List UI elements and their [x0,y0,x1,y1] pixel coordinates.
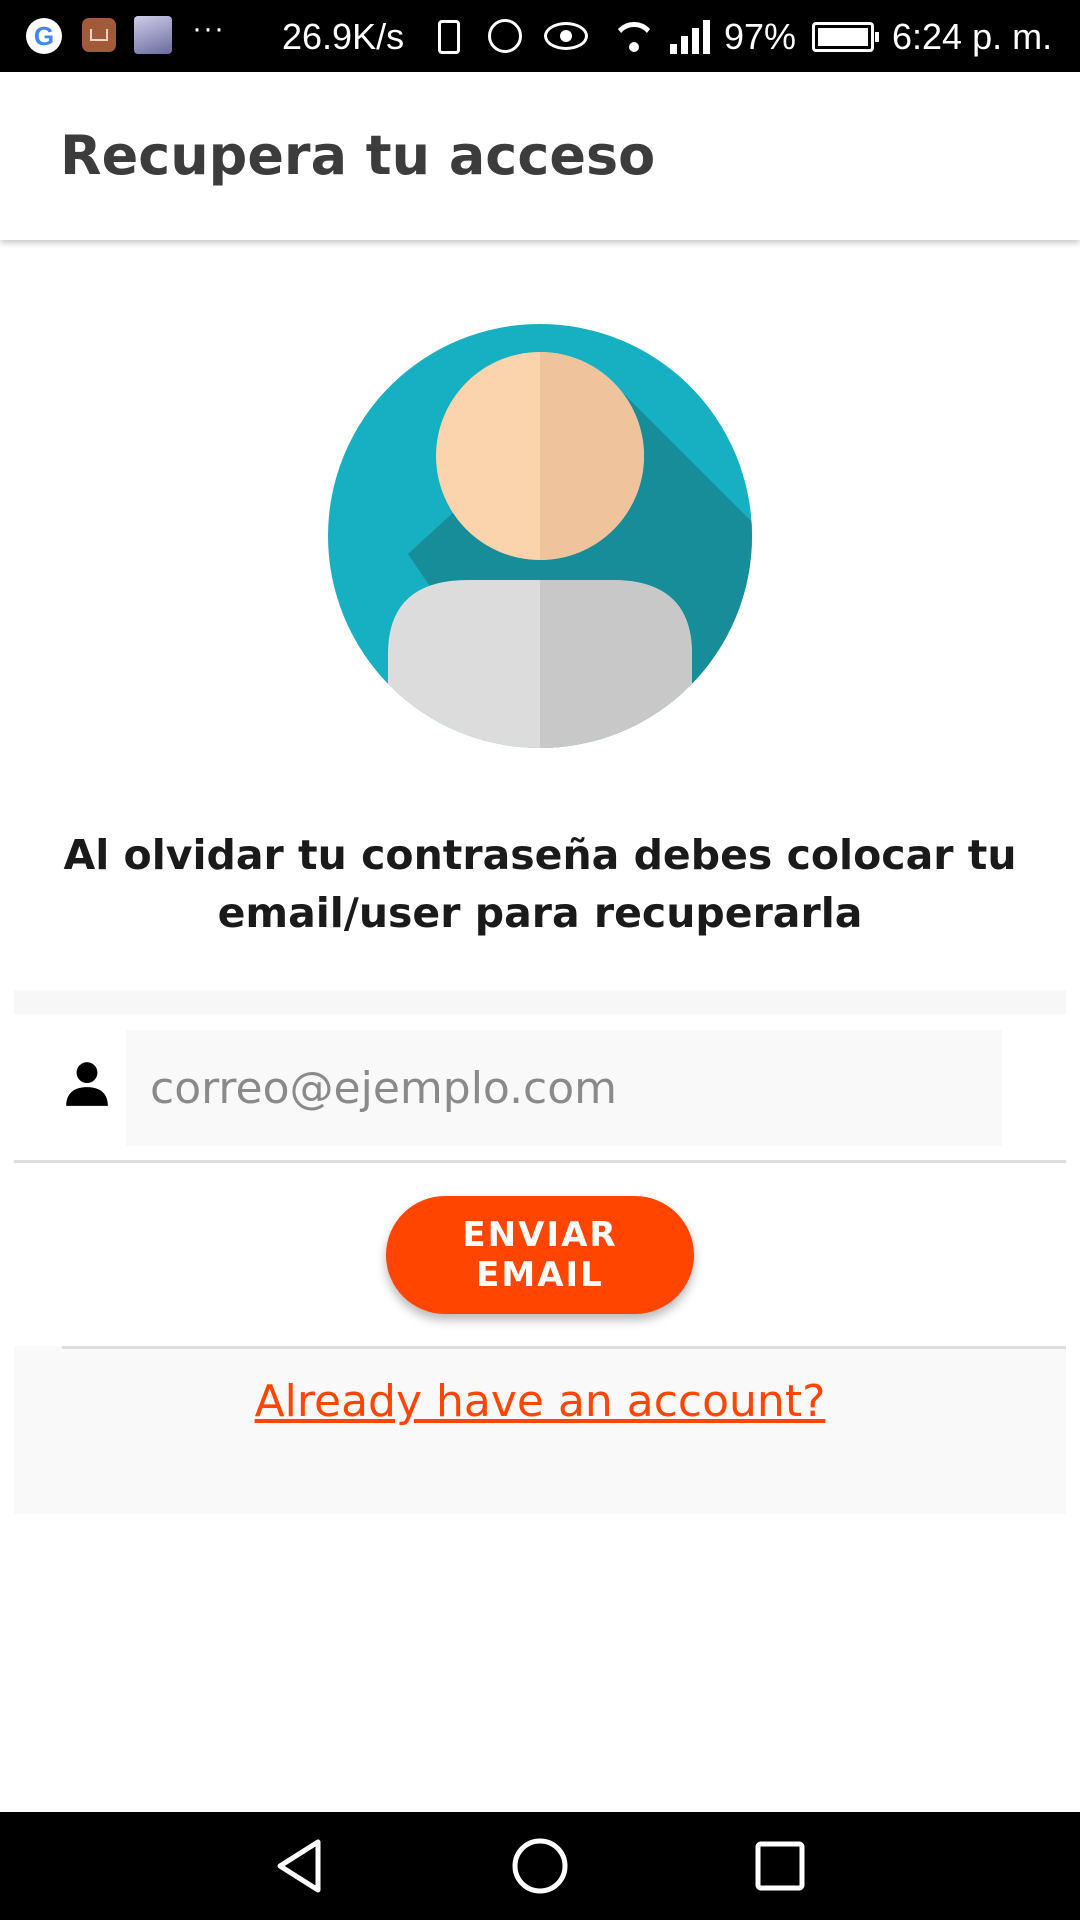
input-divider [14,1160,1066,1163]
footer-divider [62,1346,1066,1349]
vibrate-icon [438,20,460,54]
send-email-button[interactable]: ENVIAR EMAIL [386,1196,694,1314]
status-bar: G ··· 26.9K/s 97% 6:24 p. m. [0,0,1080,72]
eye-comfort-icon [544,22,588,50]
app-bar: Recupera tu acceso [0,72,1080,240]
instructions-text: Al olvidar tu contraseña debes colocar t… [63,831,1017,937]
page-title: Recupera tu acceso [60,124,656,187]
already-have-account-link[interactable]: Already have an account? [14,1376,1066,1427]
alarm-icon [488,19,522,53]
email-input[interactable] [126,1030,1002,1146]
network-speed: 26.9K/s [282,16,405,57]
mail-notification-icon [82,18,116,52]
battery-percent: 97% [724,16,797,57]
wifi-icon [612,16,656,60]
signal-icon [670,20,714,54]
person-icon [66,1062,108,1106]
form-top-strip [14,990,1066,1014]
app-notification-icon [134,16,172,54]
google-icon: G [26,18,62,54]
clock: 6:24 p. m. [892,16,1053,57]
back-triangle-icon[interactable] [270,1836,330,1896]
more-notifications-icon: ··· [192,12,225,45]
battery-icon [812,22,879,52]
recents-square-icon[interactable] [750,1836,810,1896]
login-footer: Already have an account? [14,1346,1066,1514]
home-circle-icon[interactable] [510,1836,570,1896]
navigation-bar [0,1812,1080,1920]
avatar-illustration [328,324,752,748]
